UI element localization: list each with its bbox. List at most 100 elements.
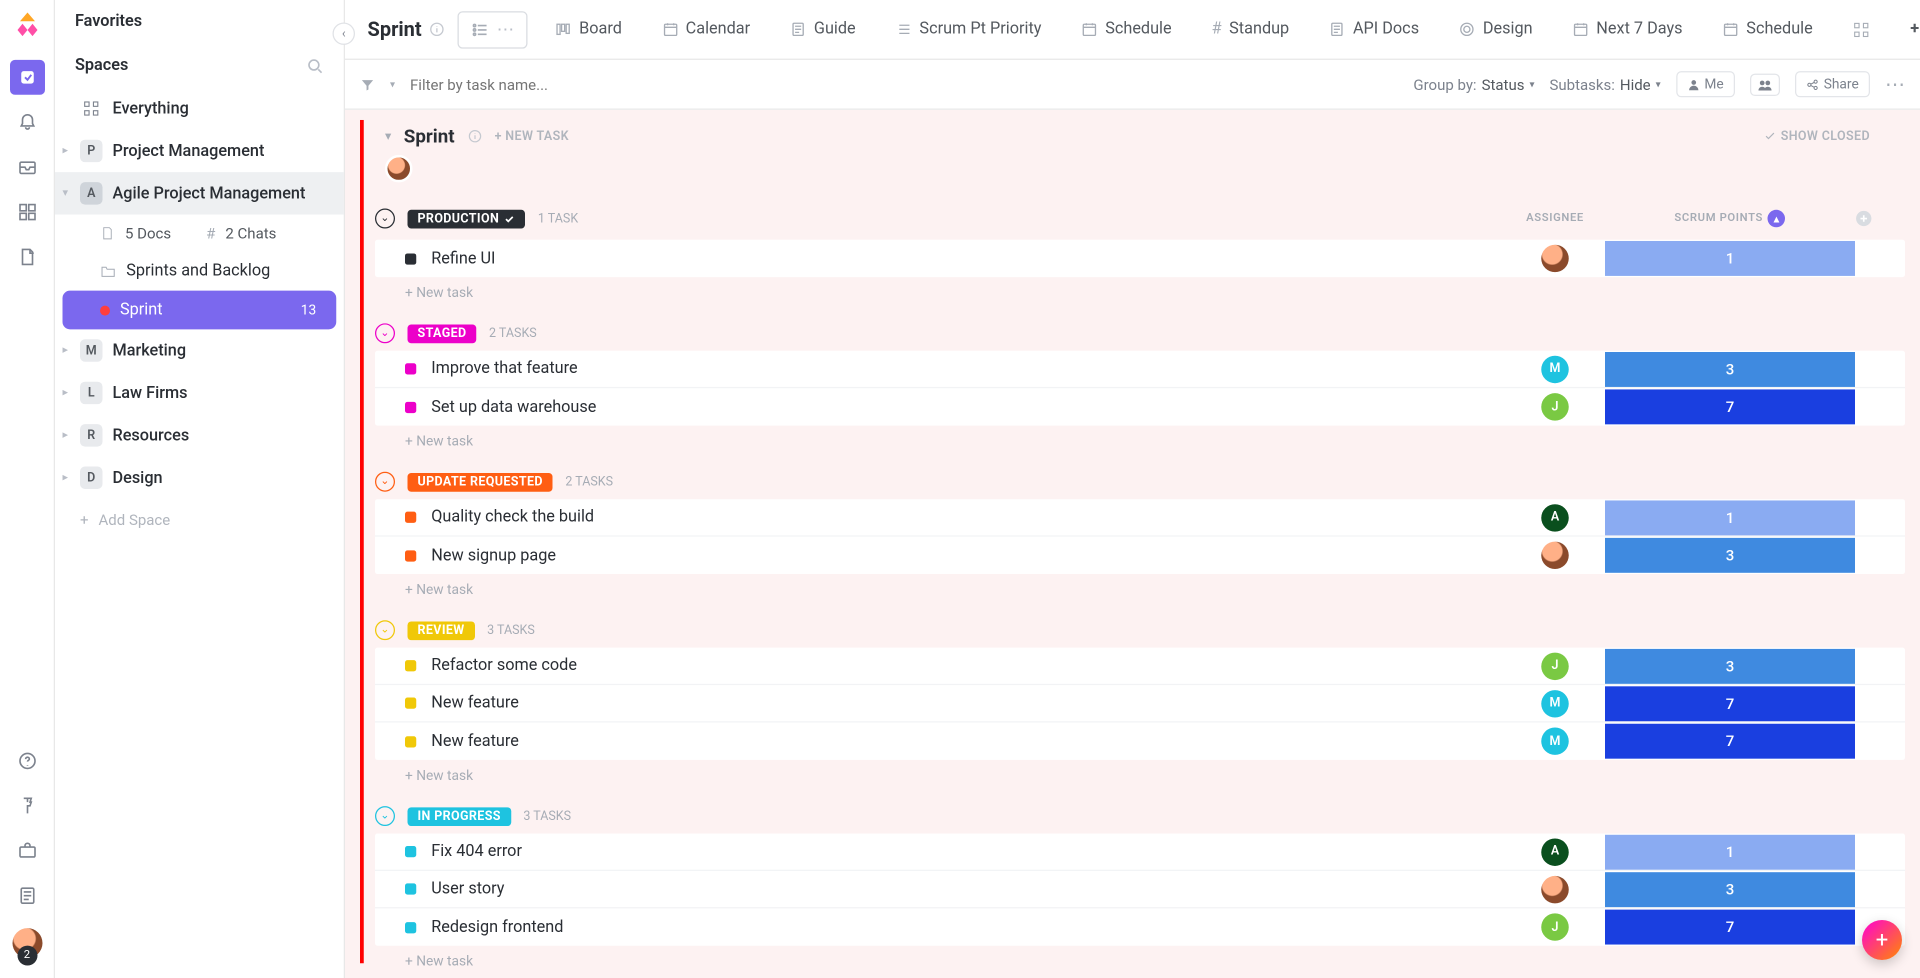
view-grid-button[interactable] <box>1840 13 1883 45</box>
scrum-points-cell[interactable]: 7 <box>1605 389 1855 424</box>
scrum-points-cell[interactable]: 1 <box>1605 241 1855 276</box>
new-task-row[interactable]: + New task <box>375 946 1905 977</box>
groupby-selector[interactable]: Group by: Status ▾ <box>1413 75 1534 92</box>
new-task-row[interactable]: + New task <box>375 760 1905 791</box>
task-row[interactable]: Refactor some code J 3 <box>375 647 1905 684</box>
info-icon[interactable] <box>467 128 482 143</box>
view-tab-board[interactable]: Board <box>543 12 635 46</box>
status-square-icon[interactable] <box>405 735 416 746</box>
task-row[interactable]: New signup page3 <box>375 536 1905 573</box>
assignee-avatar[interactable]: M <box>1541 355 1569 382</box>
new-task-row[interactable]: + New task <box>375 574 1905 605</box>
view-tab-schedule[interactable]: Schedule <box>1710 12 1825 46</box>
sidebar-list-sprint[interactable]: Sprint13 <box>63 291 337 330</box>
sidebar-space-design[interactable]: ▸DDesign <box>55 457 344 499</box>
scrum-points-cell[interactable]: 7 <box>1605 909 1855 944</box>
task-row[interactable]: New feature M 7 <box>375 685 1905 722</box>
task-row[interactable]: Improve that feature M 3 <box>375 351 1905 388</box>
task-row[interactable]: Redesign frontend J 7 <box>375 908 1905 945</box>
rail-user-avatar[interactable]: 2 <box>12 928 42 958</box>
task-row[interactable]: Set up data warehouse J 7 <box>375 388 1905 425</box>
new-task-row[interactable]: + New task <box>375 277 1905 308</box>
status-square-icon[interactable] <box>405 550 416 561</box>
view-tab-api-docs[interactable]: API Docs <box>1317 12 1432 46</box>
task-row[interactable]: User story3 <box>375 871 1905 908</box>
chevron-down-icon[interactable]: ▾ <box>390 79 395 90</box>
filter-icon[interactable] <box>360 77 375 92</box>
rail-dashboards-icon[interactable] <box>9 195 44 230</box>
task-name[interactable]: Refactor some code <box>431 656 1505 675</box>
task-name[interactable]: New feature <box>431 694 1505 713</box>
sidebar-docs[interactable]: 5 Docs#2 Chats <box>55 215 344 252</box>
collapse-sidebar-button[interactable]: ‹ <box>333 22 356 44</box>
status-square-icon[interactable] <box>405 883 416 894</box>
assignee-avatar[interactable] <box>1541 244 1569 271</box>
task-name[interactable]: Improve that feature <box>431 359 1505 378</box>
filter-input[interactable] <box>410 75 660 92</box>
view-tab-list[interactable]: ⋯ <box>458 11 528 48</box>
collapse-group-icon[interactable]: ⌄ <box>375 806 395 826</box>
scrum-points-cell[interactable]: 1 <box>1605 500 1855 535</box>
scrum-points-cell[interactable]: 7 <box>1605 685 1855 720</box>
sprint-owner-avatar[interactable] <box>385 155 413 182</box>
more-icon[interactable]: ⋯ <box>497 19 515 39</box>
show-closed-toggle[interactable]: SHOW CLOSED <box>1763 129 1885 143</box>
status-label[interactable]: REVIEW <box>408 621 475 640</box>
assignee-avatar[interactable]: J <box>1541 393 1569 420</box>
task-name[interactable]: Set up data warehouse <box>431 397 1505 416</box>
collapse-group-icon[interactable]: ⌄ <box>375 620 395 640</box>
assignee-avatar[interactable] <box>1541 875 1569 902</box>
rail-notifications-icon[interactable] <box>9 105 44 140</box>
sprint-title[interactable]: Sprint <box>404 125 455 147</box>
scrum-points-cell[interactable]: 3 <box>1605 351 1855 386</box>
status-square-icon[interactable] <box>405 921 416 932</box>
rail-notepad-icon[interactable] <box>9 878 44 913</box>
status-label[interactable]: UPDATE REQUESTED <box>408 472 553 491</box>
view-tab-guide[interactable]: Guide <box>778 12 869 46</box>
sidebar-spaces-header[interactable]: Spaces <box>55 44 344 88</box>
task-name[interactable]: Refine UI <box>431 249 1505 268</box>
rail-home-icon[interactable] <box>9 60 44 95</box>
rail-work-icon[interactable] <box>9 833 44 868</box>
scrum-points-cell[interactable]: 3 <box>1605 648 1855 683</box>
sidebar-space-resources[interactable]: ▸RResources <box>55 414 344 456</box>
sidebar-add-space[interactable]: +Add Space <box>55 499 344 541</box>
add-column-button[interactable] <box>1855 210 1905 227</box>
more-options[interactable]: ⋯ <box>1885 72 1905 96</box>
scrum-points-cell[interactable]: 3 <box>1605 538 1855 573</box>
caret-icon[interactable]: ▸ <box>63 145 69 157</box>
sidebar-favorites-header[interactable]: Favorites <box>55 0 344 44</box>
search-icon[interactable] <box>306 57 324 74</box>
status-square-icon[interactable] <box>405 401 416 412</box>
rail-docs-icon[interactable] <box>9 240 44 275</box>
column-scrum-points[interactable]: SCRUM POINTS ▲ <box>1605 210 1855 227</box>
add-view-button[interactable]: +View <box>1898 12 1920 46</box>
view-tab-scrum-pt-priority[interactable]: Scrum Pt Priority <box>883 12 1054 46</box>
caret-icon[interactable]: ▸ <box>63 387 69 399</box>
new-task-button[interactable]: + NEW TASK <box>495 129 569 143</box>
assignees-button[interactable] <box>1750 73 1780 95</box>
caret-icon[interactable]: ▸ <box>63 472 69 484</box>
sidebar-space-marketing[interactable]: ▸MMarketing <box>55 329 344 371</box>
assignee-avatar[interactable]: M <box>1541 689 1569 716</box>
subtasks-selector[interactable]: Subtasks: Hide ▾ <box>1549 75 1660 92</box>
collapse-group-icon[interactable]: ⌄ <box>375 208 395 228</box>
assignee-avatar[interactable]: A <box>1541 838 1569 865</box>
sidebar-space-agile[interactable]: ▾AAgile Project Management <box>55 172 344 214</box>
task-name[interactable]: Redesign frontend <box>431 917 1505 936</box>
task-name[interactable]: Fix 404 error <box>431 842 1505 861</box>
task-row[interactable]: Refine UI 1 <box>375 240 1905 277</box>
view-tab-standup[interactable]: #Standup <box>1199 12 1302 46</box>
caret-icon[interactable]: ▸ <box>63 429 69 441</box>
assignee-avatar[interactable]: J <box>1541 913 1569 940</box>
column-assignee[interactable]: ASSIGNEE <box>1505 212 1605 224</box>
caret-icon[interactable]: ▸ <box>63 344 69 356</box>
scrum-points-cell[interactable]: 7 <box>1605 724 1855 759</box>
task-name[interactable]: Quality check the build <box>431 508 1505 527</box>
collapse-group-icon[interactable]: ⌄ <box>375 472 395 492</box>
caret-icon[interactable]: ▾ <box>63 187 69 199</box>
status-square-icon[interactable] <box>405 660 416 671</box>
task-row[interactable]: Quality check the buildA1 <box>375 499 1905 536</box>
assignee-avatar[interactable]: J <box>1541 652 1569 679</box>
collapse-sprint-icon[interactable]: ▾ <box>385 129 391 143</box>
